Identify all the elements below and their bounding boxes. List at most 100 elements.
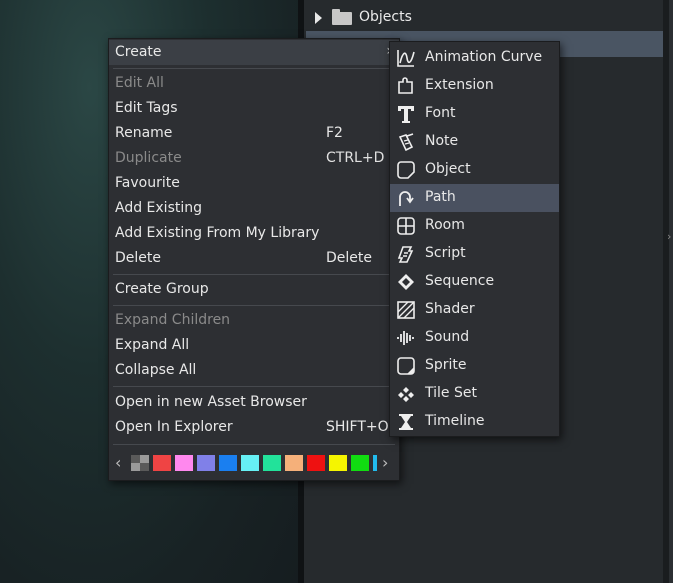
color-swatch[interactable] (307, 455, 325, 471)
menu-separator (113, 68, 395, 69)
menu-item-label: Add Existing From My Library (115, 225, 320, 241)
menu-separator (113, 305, 395, 306)
submenu-item-path[interactable]: Path (390, 184, 559, 212)
menu-item-create[interactable]: Create › (109, 40, 399, 65)
menu-item-edit-tags[interactable]: Edit Tags (109, 96, 399, 121)
submenu-item-label: Script (425, 245, 466, 261)
menu-item-shortcut: Delete (326, 250, 372, 266)
color-swatch[interactable] (373, 455, 377, 471)
menu-item-label: Open in new Asset Browser (115, 394, 307, 410)
submenu-item-label: Room (425, 217, 465, 233)
timeline-icon (397, 413, 415, 431)
menu-item-label: Add Existing (115, 200, 203, 216)
submenu-item-label: Object (425, 161, 471, 177)
menu-separator (113, 444, 395, 445)
script-icon (397, 245, 415, 263)
note-icon (397, 133, 415, 151)
menu-item-label: Rename (115, 125, 173, 141)
color-swatch[interactable] (241, 455, 259, 471)
submenu-item-label: Sprite (425, 357, 467, 373)
menu-separator (113, 274, 395, 275)
animation-curve-icon (397, 49, 415, 67)
expand-panel-icon[interactable]: › (667, 230, 671, 243)
menu-item-collapse-all[interactable]: Collapse All (109, 358, 399, 383)
submenu-item-animation-curve[interactable]: Animation Curve (390, 44, 559, 72)
room-icon (397, 217, 415, 235)
shader-icon (397, 301, 415, 319)
submenu-item-label: Tile Set (425, 385, 477, 401)
color-swatch[interactable] (329, 455, 347, 471)
chevron-left-icon[interactable]: ‹ (115, 453, 121, 472)
sequence-icon (397, 273, 415, 291)
menu-item-add-existing[interactable]: Add Existing (109, 196, 399, 221)
color-swatch[interactable] (153, 455, 171, 471)
submenu-item-sequence[interactable]: Sequence (390, 268, 559, 296)
menu-item-open-in-explorer[interactable]: Open In Explorer SHIFT+O (109, 415, 399, 440)
menu-item-label: Create Group (115, 281, 209, 297)
submenu-item-label: Extension (425, 77, 494, 93)
submenu-item-font[interactable]: Font (390, 100, 559, 128)
submenu-item-sound[interactable]: Sound (390, 324, 559, 352)
menu-item-rename[interactable]: Rename F2 (109, 121, 399, 146)
submenu-item-label: Path (425, 189, 456, 205)
menu-item-create-group[interactable]: Create Group (109, 277, 399, 302)
menu-item-expand-children[interactable]: Expand Children (109, 308, 399, 333)
menu-item-add-existing-from-library[interactable]: Add Existing From My Library (109, 221, 399, 246)
folder-icon (332, 9, 352, 25)
expand-arrow-icon[interactable] (315, 12, 322, 24)
menu-item-label: Duplicate (115, 150, 182, 166)
menu-item-expand-all[interactable]: Expand All (109, 333, 399, 358)
submenu-item-label: Sound (425, 329, 470, 345)
menu-item-label: Expand All (115, 337, 190, 353)
submenu-item-script[interactable]: Script (390, 240, 559, 268)
menu-item-shortcut: F2 (326, 125, 343, 141)
create-submenu: Animation Curve Extension Font Note Obje… (389, 41, 560, 437)
menu-item-edit-all[interactable]: Edit All (109, 71, 399, 96)
color-swatch[interactable] (351, 455, 369, 471)
menu-item-shortcut: CTRL+D (326, 150, 385, 166)
extension-icon (397, 77, 415, 95)
submenu-item-label: Font (425, 105, 456, 121)
submenu-item-label: Shader (425, 301, 475, 317)
menu-item-delete[interactable]: Delete Delete (109, 246, 399, 271)
submenu-item-shader[interactable]: Shader (390, 296, 559, 324)
submenu-item-tile-set[interactable]: Tile Set (390, 380, 559, 408)
submenu-item-sprite[interactable]: Sprite (390, 352, 559, 380)
menu-item-label: Delete (115, 250, 161, 266)
color-swatch[interactable] (263, 455, 281, 471)
context-menu: Create › Edit All Edit Tags Rename F2 Du… (108, 38, 400, 481)
submenu-item-note[interactable]: Note (390, 128, 559, 156)
panel-collapse-strip[interactable] (669, 0, 673, 583)
object-icon (397, 161, 415, 179)
checker-swatch-icon[interactable] (131, 455, 149, 471)
tree-item-label: Objects (359, 9, 412, 25)
color-picker-row: ‹ › (109, 449, 399, 477)
color-swatch[interactable] (285, 455, 303, 471)
menu-item-shortcut: SHIFT+O (326, 419, 389, 435)
submenu-item-timeline[interactable]: Timeline (390, 408, 559, 436)
color-swatch[interactable] (175, 455, 193, 471)
font-icon (397, 105, 415, 123)
path-icon (397, 189, 415, 207)
submenu-item-label: Timeline (425, 413, 485, 429)
submenu-item-extension[interactable]: Extension (390, 72, 559, 100)
tree-item-objects[interactable]: Objects (306, 4, 663, 30)
menu-item-open-new-asset-browser[interactable]: Open in new Asset Browser (109, 390, 399, 415)
menu-item-label: Expand Children (115, 312, 231, 328)
color-swatch[interactable] (219, 455, 237, 471)
submenu-item-object[interactable]: Object (390, 156, 559, 184)
sprite-icon (397, 357, 415, 375)
menu-item-label: Edit All (115, 75, 164, 91)
menu-item-label: Create (115, 44, 162, 60)
submenu-item-label: Sequence (425, 273, 495, 289)
submenu-item-label: Animation Curve (425, 49, 543, 65)
menu-item-label: Favourite (115, 175, 180, 191)
sound-icon (397, 329, 415, 347)
menu-item-duplicate[interactable]: Duplicate CTRL+D (109, 146, 399, 171)
color-swatch[interactable] (197, 455, 215, 471)
menu-item-favourite[interactable]: Favourite (109, 171, 399, 196)
submenu-item-room[interactable]: Room (390, 212, 559, 240)
tile-set-icon (397, 385, 415, 403)
chevron-right-icon[interactable]: › (382, 453, 388, 472)
menu-item-label: Collapse All (115, 362, 197, 378)
